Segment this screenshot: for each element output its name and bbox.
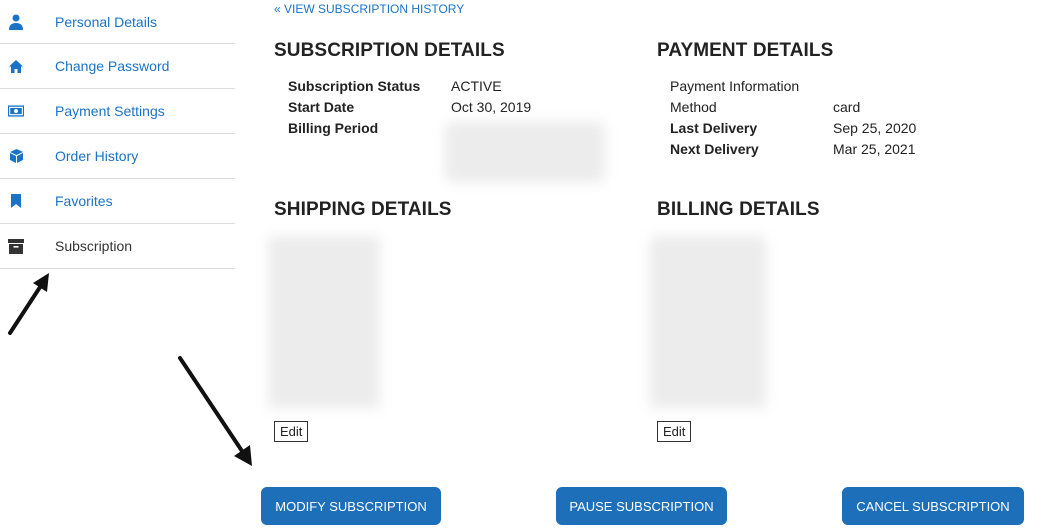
sidebar-item-change-password[interactable]: Change Password	[0, 44, 235, 89]
sidebar-item-label: Payment Settings	[55, 103, 165, 119]
sidebar-item-label: Order History	[55, 148, 139, 164]
cancel-subscription-button[interactable]: CANCEL SUBSCRIPTION	[842, 487, 1024, 525]
redacted-shipping-address	[268, 236, 380, 408]
subscription-details-heading: SUBSCRIPTION DETAILS	[274, 40, 505, 61]
shipping-details-heading: SHIPPING DETAILS	[274, 199, 452, 220]
last-delivery-label: Last Delivery	[670, 120, 758, 136]
next-delivery-value: Mar 25, 2021	[833, 141, 916, 157]
view-subscription-history-link[interactable]: « VIEW SUBSCRIPTION HISTORY	[274, 2, 464, 16]
subscription-status-value: ACTIVE	[451, 78, 502, 94]
subscription-status-label: Subscription Status	[288, 78, 421, 94]
sidebar-item-subscription[interactable]: Subscription	[0, 224, 235, 269]
payment-details-heading: PAYMENT DETAILS	[657, 40, 834, 61]
redacted-billing-address	[650, 236, 766, 408]
billing-period-label: Billing Period	[288, 120, 379, 136]
sidebar-item-personal-details[interactable]: Personal Details	[0, 0, 235, 44]
sidebar-item-label: Subscription	[55, 238, 133, 254]
edit-billing-button[interactable]: Edit	[657, 421, 692, 442]
annotation-arrow-icon	[178, 356, 252, 466]
sidebar-item-label: Favorites	[55, 193, 113, 209]
sidebar-item-label: Personal Details	[55, 13, 157, 30]
sidebar-item-label: Change Password	[55, 58, 170, 74]
person-icon	[8, 14, 24, 30]
modify-subscription-button[interactable]: MODIFY SUBSCRIPTION	[261, 487, 441, 525]
method-value: card	[833, 99, 861, 115]
bookmark-icon	[8, 193, 24, 209]
redacted-billing-period	[445, 122, 605, 182]
billing-details-heading: BILLING DETAILS	[657, 199, 820, 220]
edit-shipping-button[interactable]: Edit	[274, 421, 309, 442]
pause-subscription-button[interactable]: PAUSE SUBSCRIPTION	[556, 487, 727, 525]
money-icon	[8, 103, 24, 119]
sidebar-item-favorites[interactable]: Favorites	[0, 179, 235, 224]
start-date-label: Start Date	[288, 99, 355, 115]
annotation-arrow-icon	[8, 273, 49, 335]
home-icon	[8, 58, 24, 74]
account-sidebar: Personal Details Change Password Payment…	[0, 0, 235, 269]
box-icon	[8, 148, 24, 164]
start-date-value: Oct 30, 2019	[451, 99, 532, 115]
method-label: Method	[670, 99, 717, 115]
last-delivery-value: Sep 25, 2020	[833, 120, 917, 136]
payment-information-label: Payment Information	[670, 78, 800, 94]
archive-icon	[8, 238, 24, 254]
next-delivery-label: Next Delivery	[670, 141, 759, 157]
sidebar-item-order-history[interactable]: Order History	[0, 134, 235, 179]
sidebar-item-payment-settings[interactable]: Payment Settings	[0, 89, 235, 134]
